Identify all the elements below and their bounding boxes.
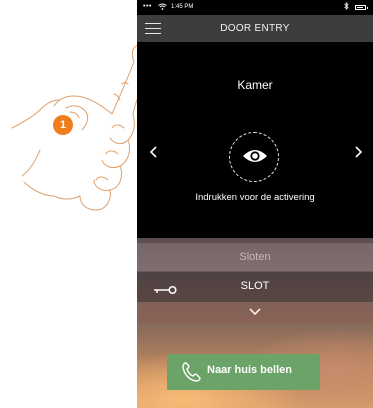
activation-hint: Indrukken voor de activering [195, 192, 315, 203]
eye-icon [243, 150, 267, 162]
locks-header: Sloten [137, 243, 373, 271]
battery-icon [355, 5, 368, 10]
camera-name: Kamer [237, 78, 273, 92]
locks-panel: Sloten SLOT Naar huis bellen [137, 238, 373, 408]
wifi-icon [158, 3, 167, 12]
signal-indicator: ••• [143, 3, 152, 10]
camera-panel: Kamer Indrukken voor de activering [137, 42, 373, 238]
call-home-label: Naar huis bellen [207, 364, 292, 376]
phone-screen: ••• 1:45 PM DOOR ENTRY Kamer Indrukken v… [137, 0, 373, 408]
step-number-badge: 1 [53, 115, 73, 135]
status-bar: ••• 1:45 PM [137, 0, 373, 15]
phone-icon [182, 362, 201, 382]
chevron-right-icon[interactable] [351, 145, 365, 159]
bluetooth-icon [344, 1, 349, 12]
chevron-down-icon [249, 308, 261, 316]
lock-item-label: SLOT [240, 280, 270, 292]
activate-camera-button[interactable] [229, 132, 279, 182]
expand-locks-button[interactable] [137, 303, 373, 323]
nav-bar: DOOR ENTRY [137, 15, 373, 42]
chevron-left-icon[interactable] [147, 145, 161, 159]
call-home-button[interactable]: Naar huis bellen [167, 354, 320, 390]
lock-item-slot[interactable]: SLOT [137, 272, 373, 302]
page-title: DOOR ENTRY [220, 23, 290, 34]
status-time: 1:45 PM [171, 4, 194, 10]
